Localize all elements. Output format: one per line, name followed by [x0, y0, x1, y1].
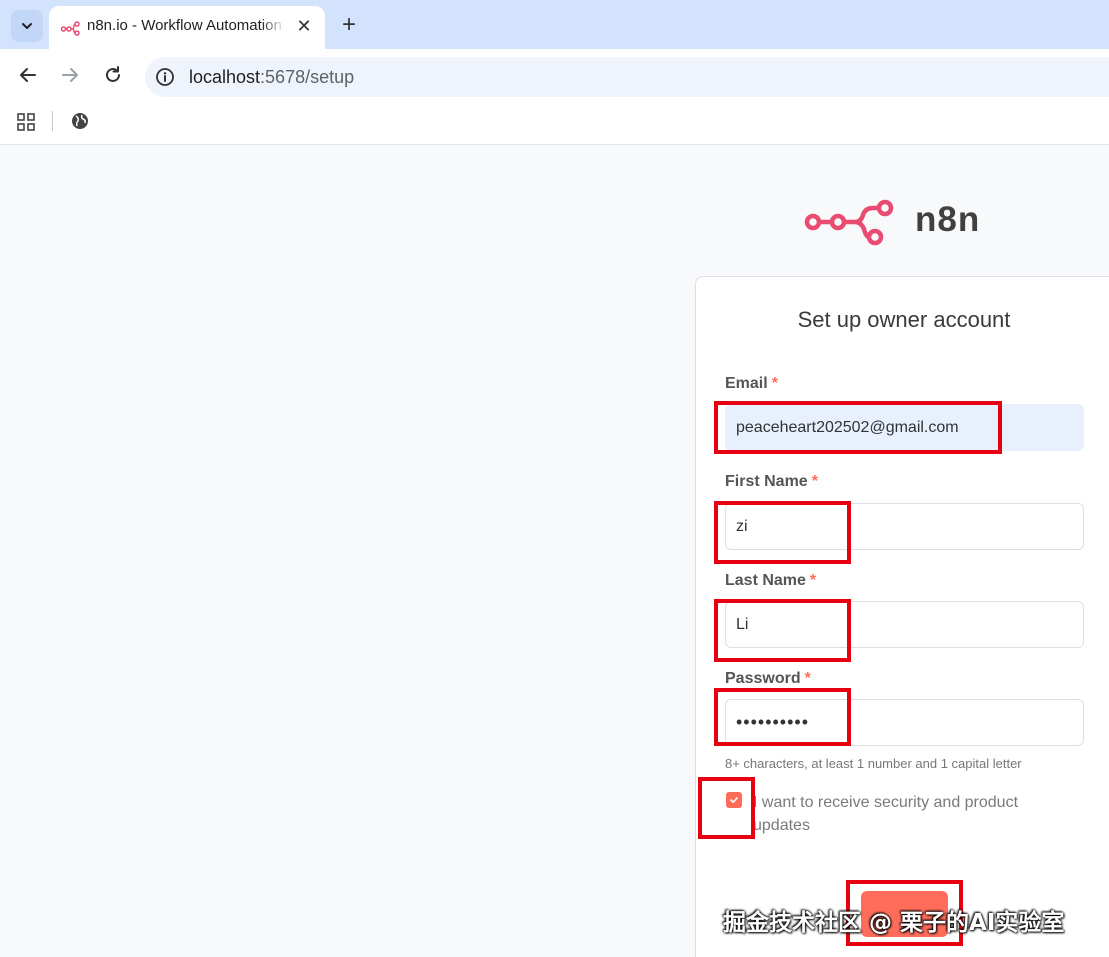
- annotation-box-first-name: [714, 501, 851, 564]
- required-mark: *: [811, 473, 818, 490]
- reload-icon: [106, 66, 120, 82]
- email-label-text: Email: [725, 375, 768, 392]
- bookmarks-bar: [0, 100, 1109, 145]
- back-button[interactable]: [16, 63, 40, 87]
- arrow-right-icon: [62, 68, 78, 82]
- browser-tab[interactable]: n8n.io - Workflow Automation ✕: [49, 6, 325, 49]
- last-name-label-text: Last Name: [725, 572, 806, 589]
- n8n-logo: n8n: [803, 198, 998, 248]
- url-text[interactable]: localhost:5678/setup: [189, 67, 354, 88]
- bookmarks-divider: [52, 111, 53, 131]
- required-mark: *: [804, 670, 811, 687]
- tab-title: n8n.io - Workflow Automation: [87, 17, 285, 34]
- url-path: :5678/setup: [260, 67, 355, 87]
- required-mark: *: [809, 572, 817, 589]
- browser-toolbar: localhost:5678/setup: [0, 49, 1109, 100]
- tab-strip: n8n.io - Workflow Automation ✕ +: [0, 0, 1109, 49]
- last-name-label: Last Name *: [725, 572, 816, 590]
- n8n-logo-icon: [804, 199, 894, 246]
- password-hint: 8+ characters, at least 1 number and 1 c…: [725, 756, 1022, 771]
- first-name-label-text: First Name: [725, 473, 808, 490]
- email-label: Email *: [725, 375, 778, 393]
- required-mark: *: [771, 375, 778, 392]
- watermark: 掘金技术社区 @ 栗子的AI实验室: [723, 910, 1065, 936]
- new-tab-button[interactable]: +: [336, 12, 362, 38]
- annotation-box-password: [714, 688, 851, 746]
- apps-grid-icon[interactable]: [16, 112, 36, 132]
- address-bar[interactable]: localhost:5678/setup: [145, 57, 1109, 97]
- url-host: localhost: [189, 67, 261, 87]
- globe-icon[interactable]: [70, 111, 90, 131]
- chevron-down-icon: [22, 23, 32, 29]
- arrow-left-icon: [20, 68, 36, 82]
- annotation-box-email: [714, 401, 1002, 454]
- annotation-box-last-name: [714, 599, 851, 662]
- password-label: Password *: [725, 670, 811, 688]
- forward-button[interactable]: [58, 63, 82, 87]
- page-title: Set up owner account: [797, 307, 1011, 332]
- n8n-favicon-icon: [61, 21, 80, 36]
- tab-close-icon[interactable]: ✕: [293, 15, 315, 37]
- password-label-text: Password: [725, 670, 801, 687]
- annotation-box-checkbox: [698, 777, 755, 839]
- reload-button[interactable]: [101, 63, 125, 87]
- logo-wordmark: n8n: [915, 200, 981, 239]
- tab-search-button[interactable]: [11, 10, 43, 42]
- info-icon[interactable]: [155, 67, 175, 87]
- first-name-label: First Name *: [725, 473, 818, 491]
- updates-checkbox-label[interactable]: I want to receive security and product u…: [753, 791, 1073, 837]
